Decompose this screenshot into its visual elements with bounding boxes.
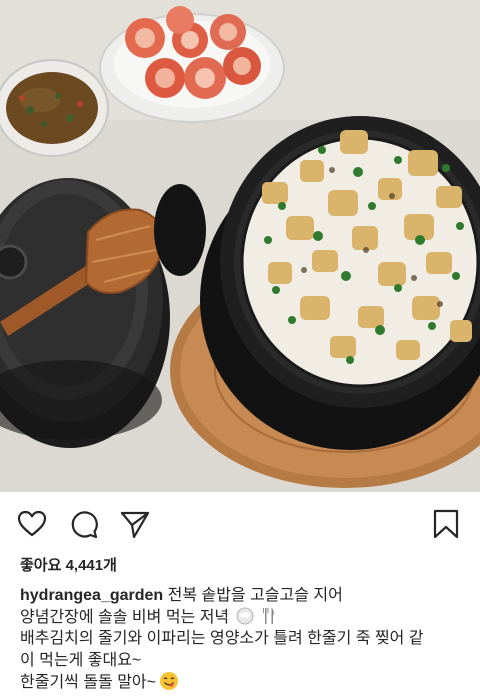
heart-icon[interactable] — [16, 508, 48, 540]
caption-line-2: 양념간장에 솔솔 비벼 먹는 저녁 — [20, 607, 470, 629]
like-count[interactable]: 좋아요 4,441개 — [20, 554, 117, 575]
rice-bowl-emoji — [236, 607, 254, 624]
share-icon[interactable] — [119, 508, 151, 540]
caption-line-4: 이 먹는게 좋대요~ — [20, 651, 142, 669]
sauce-bowl — [0, 59, 109, 157]
post-actions-bar — [0, 500, 480, 548]
caption-line-5: 한줄기씩 돌돌 말아~ — [20, 671, 470, 694]
comment-icon[interactable] — [68, 508, 100, 540]
post-caption: hydrangea_garden 전복 솥밥을 고슬고슬 지어 양념간장에 솔솔… — [20, 585, 470, 694]
caption-line-1: hydrangea_garden 전복 솥밥을 고슬고슬 지어 — [20, 587, 343, 604]
yum-face-emoji — [160, 672, 178, 690]
fork-and-knife-emoji — [263, 607, 274, 624]
bookmark-icon[interactable] — [430, 508, 462, 540]
username-link[interactable]: hydrangea_garden — [20, 587, 163, 604]
caption-line-3: 배추김치의 줄기와 이파리는 영양소가 틀려 한줄기 죽 찢어 같 — [20, 630, 424, 647]
post-photo[interactable] — [0, 0, 480, 492]
